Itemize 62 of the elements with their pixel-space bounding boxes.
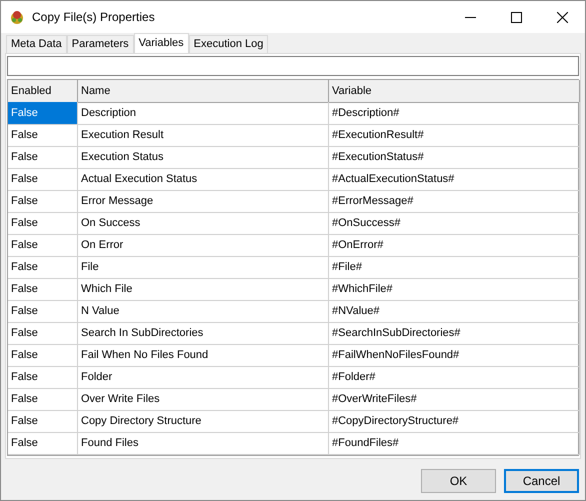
table-cell: #Description#	[329, 102, 580, 125]
table-cell: Found Files	[78, 432, 329, 455]
table-cell: #NValue#	[329, 300, 580, 323]
table-cell[interactable]: False	[8, 168, 78, 191]
table-cell[interactable]: False	[8, 124, 78, 147]
table-cell: Error Message	[78, 190, 329, 213]
table-cell[interactable]: False	[8, 300, 78, 323]
table-cell[interactable]: False	[8, 322, 78, 345]
table-cell: #ExecutionStatus#	[329, 146, 580, 169]
tab[interactable]: Parameters	[66, 35, 134, 53]
column-header[interactable]: Enabled	[8, 80, 78, 103]
table-cell: Search In SubDirectories	[78, 322, 329, 345]
table-cell: #CopyDirectoryStructure#	[329, 410, 580, 433]
maximize-icon[interactable]	[511, 12, 522, 22]
table-cell: Over Write Files	[78, 388, 329, 411]
tab[interactable]: Variables	[134, 33, 189, 53]
app-icon	[9, 9, 25, 25]
table-cell[interactable]: False	[8, 234, 78, 257]
table-cell[interactable]: False	[8, 388, 78, 411]
table-cell[interactable]: False	[8, 256, 78, 279]
table-cell: #FoundFiles#	[329, 432, 580, 455]
table-cell: #ErrorMessage#	[329, 190, 580, 213]
table-cell: Description	[78, 102, 329, 125]
ok-button[interactable]: OK	[421, 469, 496, 493]
table-cell[interactable]: False	[8, 146, 78, 169]
table-cell: Execution Result	[78, 124, 329, 147]
tab[interactable]: Execution Log	[188, 35, 268, 53]
table-cell: On Success	[78, 212, 329, 235]
table-cell[interactable]: False	[8, 102, 78, 125]
table-cell: Execution Status	[78, 146, 329, 169]
table-cell: #WhichFile#	[329, 278, 580, 301]
table-cell[interactable]: False	[8, 344, 78, 367]
input-field[interactable]	[7, 56, 579, 76]
table-cell: File	[78, 256, 329, 279]
column-header[interactable]: Variable	[329, 80, 580, 103]
table-cell: Folder	[78, 366, 329, 389]
table-cell[interactable]: False	[8, 190, 78, 213]
table-cell: #OnSuccess#	[329, 212, 580, 235]
window-title: Copy File(s) Properties	[32, 10, 155, 24]
table-cell: #SearchInSubDirectories#	[329, 322, 580, 345]
table-cell: Fail When No Files Found	[78, 344, 329, 367]
table-cell: N Value	[78, 300, 329, 323]
table-cell: #ExecutionResult#	[329, 124, 580, 147]
table-cell: #Folder#	[329, 366, 580, 389]
table-cell[interactable]: False	[8, 366, 78, 389]
table-cell: Which File	[78, 278, 329, 301]
table-cell[interactable]: False	[8, 212, 78, 235]
table-cell: #OnError#	[329, 234, 580, 257]
tab[interactable]: Meta Data	[6, 35, 67, 53]
close-icon[interactable]	[557, 12, 568, 22]
table-cell: Copy Directory Structure	[78, 410, 329, 433]
table-cell: Actual Execution Status	[78, 168, 329, 191]
table-cell: #File#	[329, 256, 580, 279]
table-cell[interactable]: False	[8, 410, 78, 433]
table-cell[interactable]: False	[8, 278, 78, 301]
table-cell: On Error	[78, 234, 329, 257]
table-cell[interactable]: False	[8, 432, 78, 455]
cancel-button[interactable]: Cancel	[504, 469, 579, 493]
column-header[interactable]: Name	[78, 80, 329, 103]
table-cell: #FailWhenNoFilesFound#	[329, 344, 580, 367]
table-cell: #OverWriteFiles#	[329, 388, 580, 411]
table-cell: #ActualExecutionStatus#	[329, 168, 580, 191]
